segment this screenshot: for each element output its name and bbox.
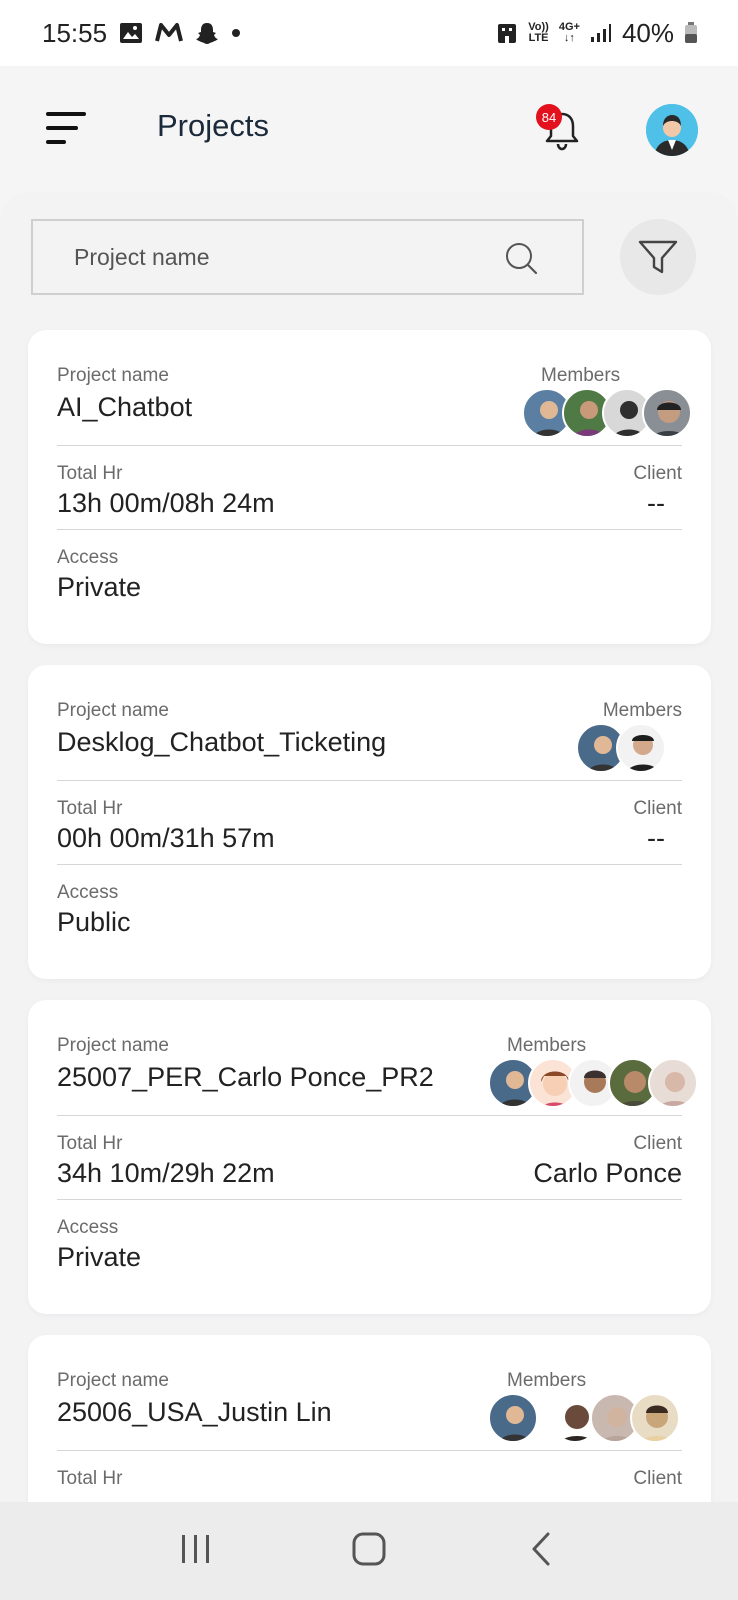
members-label: Members: [541, 365, 621, 386]
home-button[interactable]: [351, 1531, 387, 1572]
status-bar: 15:55 Vo)) LTE 4G+ ↓↑ 40%: [0, 0, 738, 66]
data-arrows-icon: ↓↑: [563, 32, 575, 44]
battery-icon: [684, 22, 698, 44]
project-name-label: Project name: [57, 700, 169, 721]
page-title: Projects: [157, 108, 269, 143]
access-label: Access: [57, 882, 119, 903]
card-divider: [57, 445, 682, 446]
project-name-value: Desklog_Chatbot_Ticketing: [57, 727, 387, 757]
member-avatar: [642, 388, 692, 438]
total-hr-value: 13h 00m/08h 24m: [57, 488, 275, 518]
back-button[interactable]: [524, 1531, 560, 1572]
project-name-value: 25007_PER_Carlo Ponce_PR2: [57, 1062, 434, 1092]
project-card[interactable]: Project name AI_Chatbot Members Total Hr…: [28, 330, 711, 644]
member-avatars[interactable]: [488, 1058, 698, 1108]
access-label: Access: [57, 1217, 119, 1238]
member-avatars[interactable]: [576, 723, 666, 773]
dot-icon: [231, 28, 241, 38]
client-label: Client: [633, 1133, 682, 1154]
snapchat-icon: [195, 21, 219, 45]
card-divider: [57, 529, 682, 530]
status-time: 15:55: [42, 17, 108, 48]
project-name-label: Project name: [57, 1370, 169, 1391]
notification-badge: 84: [536, 104, 562, 130]
card-divider: [57, 1199, 682, 1200]
search-input[interactable]: [74, 243, 474, 271]
back-icon: [532, 1532, 550, 1565]
access-value: Private: [57, 572, 142, 602]
members-label: Members: [507, 1370, 587, 1391]
project-card[interactable]: Project name 25007_PER_Carlo Ponce_PR2 M…: [28, 1000, 711, 1314]
gallery-icon: [119, 22, 143, 44]
project-card[interactable]: Project name 25006_USA_Justin Lin Member…: [28, 1335, 711, 1502]
recent-apps-button[interactable]: [178, 1531, 214, 1572]
search-icon[interactable]: [504, 241, 538, 275]
project-name-value: AI_Chatbot: [57, 392, 193, 422]
volte-bottom: LTE: [528, 32, 549, 44]
filter-icon: [638, 240, 678, 274]
building-icon: [496, 22, 518, 44]
project-card[interactable]: Project name Desklog_Chatbot_Ticketing M…: [28, 665, 711, 979]
access-value: Public: [57, 907, 131, 937]
battery-percent: 40%: [621, 17, 674, 48]
member-avatar: [488, 1393, 538, 1443]
member-avatars[interactable]: [488, 1393, 680, 1443]
profile-avatar[interactable]: [646, 104, 698, 156]
home-icon: [352, 1532, 386, 1565]
member-avatar: [648, 1058, 698, 1108]
card-divider: [57, 1115, 682, 1116]
members-label: Members: [507, 1035, 587, 1056]
member-avatars[interactable]: [522, 388, 692, 438]
project-name-label: Project name: [57, 365, 169, 386]
signal-icon: [590, 23, 612, 43]
notification-button[interactable]: 84: [536, 104, 586, 154]
total-hr-value: 00h 00m/31h 57m: [57, 823, 275, 853]
client-label: Client: [633, 798, 682, 819]
total-hr-value: 34h 10m/29h 22m: [57, 1158, 275, 1188]
mail-m-icon: [155, 23, 184, 43]
total-hr-label: Total Hr: [57, 463, 123, 484]
client-value: --: [647, 488, 665, 518]
menu-icon[interactable]: [44, 110, 90, 146]
volte-indicator: Vo)) LTE: [528, 22, 549, 44]
total-hr-label: Total Hr: [57, 1468, 123, 1489]
client-value: Carlo Ponce: [533, 1158, 682, 1188]
member-avatar: [630, 1393, 680, 1443]
card-divider: [57, 864, 682, 865]
app-header: Projects 84: [0, 66, 738, 190]
card-divider: [57, 780, 682, 781]
access-label: Access: [57, 547, 119, 568]
client-label: Client: [633, 1468, 682, 1489]
content-panel: Project name AI_Chatbot Members Total Hr…: [0, 192, 738, 1502]
card-divider: [57, 1450, 682, 1451]
total-hr-label: Total Hr: [57, 798, 123, 819]
system-nav-bar: [0, 1502, 738, 1600]
client-label: Client: [633, 463, 682, 484]
client-value: --: [647, 823, 665, 853]
access-value: Private: [57, 1242, 142, 1272]
filter-button[interactable]: [620, 219, 696, 295]
project-name-label: Project name: [57, 1035, 169, 1056]
recent-apps-icon: [182, 1534, 210, 1563]
members-label: Members: [602, 700, 682, 721]
member-avatar: [616, 723, 666, 773]
search-box: [31, 219, 584, 295]
network-indicator: 4G+ ↓↑: [559, 22, 580, 44]
total-hr-label: Total Hr: [57, 1133, 123, 1154]
project-name-value: 25006_USA_Justin Lin: [57, 1397, 332, 1427]
